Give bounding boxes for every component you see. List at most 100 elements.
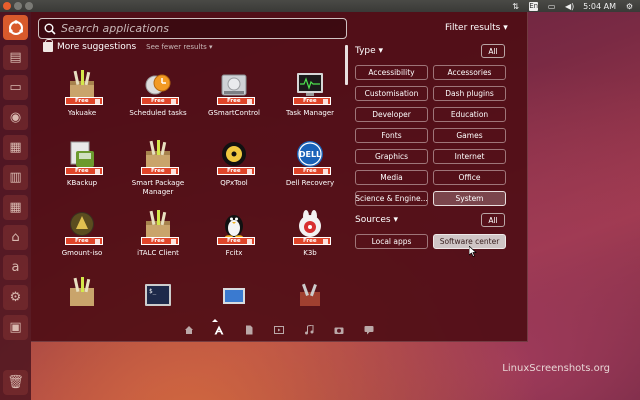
free-badge: Free [141, 167, 179, 175]
filter-chip[interactable]: Games [433, 128, 506, 143]
filter-chip[interactable]: Accessibility [355, 65, 428, 80]
filter-chip[interactable]: Internet [433, 149, 506, 164]
app-result[interactable]: Free KBackup [44, 136, 120, 204]
free-badge: Free [65, 237, 103, 245]
filter-chip[interactable]: Developer [355, 107, 428, 122]
terminal-icon[interactable]: ▭ [3, 75, 28, 100]
document-icon[interactable]: ▥ [3, 165, 28, 190]
app-result[interactable] [44, 276, 120, 306]
app-result[interactable]: Free GSmartControl [196, 66, 272, 134]
app-label: Task Manager [285, 109, 334, 117]
indicator-area: ⇅ En ▭ ◀) 5:04 AM ⚙ [511, 0, 634, 12]
photos-lens-icon[interactable] [324, 319, 354, 341]
filter-chip[interactable]: Dash plugins [433, 86, 506, 101]
app-result[interactable]: Free Yakuake [44, 66, 120, 134]
battery-icon[interactable]: ▭ [547, 2, 556, 11]
free-badge: Free [141, 237, 179, 245]
files-lens-icon[interactable] [234, 319, 264, 341]
filter-chip[interactable]: Media [355, 170, 428, 185]
app-result[interactable]: Free Task Manager [272, 66, 348, 134]
search-box[interactable] [38, 18, 347, 39]
network-icon[interactable]: ⇅ [511, 2, 520, 11]
music-lens-icon[interactable] [294, 319, 324, 341]
app-result[interactable]: Free QPxTool [196, 136, 272, 204]
app-result[interactable]: Free Fcitx [196, 206, 272, 274]
package-icon: Free [63, 66, 103, 105]
filter-chip[interactable]: Office [433, 170, 506, 185]
package-icon: Free [139, 206, 179, 245]
app-result[interactable]: Free Scheduled tasks [120, 66, 196, 134]
clock-icon: Free [139, 66, 179, 105]
app-label: QPxTool [220, 179, 248, 187]
app-label: K3b [303, 249, 317, 257]
maximize-window-button[interactable] [25, 2, 33, 10]
active-lens-indicator [212, 319, 218, 322]
app-result[interactable] [196, 276, 272, 306]
power-icon[interactable]: ⚙ [625, 2, 634, 11]
free-badge: Free [293, 97, 331, 105]
filter-chip-selected[interactable]: System [433, 191, 506, 206]
laptop-icon [215, 276, 253, 306]
penguin-icon: Free [215, 206, 255, 245]
text-editor-icon[interactable]: ▦ [3, 135, 28, 160]
dell-icon: DELL Free [291, 136, 331, 175]
dash-home-icon[interactable] [3, 15, 28, 40]
clock[interactable]: 5:04 AM [583, 2, 616, 11]
sources-filter-header[interactable]: Sources ▾ [355, 215, 398, 225]
volume-icon[interactable]: ◀) [565, 2, 574, 11]
applications-lens-icon[interactable] [204, 319, 234, 341]
app-label: Gmount-iso [61, 249, 103, 257]
sources-all-button[interactable]: All [481, 213, 505, 227]
minimize-window-button[interactable] [14, 2, 22, 10]
app-result[interactable] [272, 276, 348, 306]
category-title: More suggestions [57, 42, 137, 52]
amazon-icon[interactable]: a [3, 255, 28, 280]
close-window-button[interactable] [3, 2, 11, 10]
filter-chip[interactable]: Science & Engine... [355, 191, 428, 206]
app-result[interactable]: Free Gmount-iso [44, 206, 120, 274]
free-badge: Free [217, 97, 255, 105]
software-center-icon[interactable]: ⌂ [3, 225, 28, 250]
mouse-pointer-icon [469, 246, 477, 257]
filter-chip[interactable]: Graphics [355, 149, 428, 164]
free-badge: Free [141, 97, 179, 105]
search-input[interactable] [61, 22, 331, 35]
app-label: iTALC Client [137, 249, 179, 257]
see-fewer-results-link[interactable]: See fewer results ▾ [146, 43, 212, 51]
k3b-icon: Free [291, 206, 331, 245]
filter-chip[interactable]: Customisation [355, 86, 428, 101]
free-badge: Free [65, 167, 103, 175]
filter-chip[interactable]: Education [433, 107, 506, 122]
search-icon [42, 21, 58, 37]
workspaces-icon[interactable]: ▣ [3, 315, 28, 340]
settings-icon[interactable]: ⚙ [3, 285, 28, 310]
chevron-down-icon: ▾ [393, 215, 399, 225]
social-lens-icon[interactable] [354, 319, 384, 341]
app-result[interactable]: $_ [120, 276, 196, 306]
firefox-icon[interactable]: ◉ [3, 105, 28, 130]
files-icon[interactable]: ▤ [3, 45, 28, 70]
package-icon [63, 276, 101, 306]
type-all-button[interactable]: All [481, 44, 505, 58]
monitor-icon: Free [291, 66, 331, 105]
trash-icon[interactable]: 🗑 [3, 370, 28, 395]
watermark: LinuxScreenshots.org [502, 363, 610, 374]
app-label: Scheduled tasks [129, 109, 187, 117]
type-filter-header[interactable]: Type ▾ [355, 46, 383, 56]
home-lens-icon[interactable] [174, 319, 204, 341]
app-label: Dell Recovery [285, 179, 335, 187]
filter-chip[interactable]: Local apps [355, 234, 428, 249]
app-result[interactable]: Free Smart Package Manager [120, 136, 196, 204]
app-result[interactable]: DELL Free Dell Recovery [272, 136, 348, 204]
dash-overlay: Filter results ▾ More suggestions See fe… [31, 12, 528, 342]
video-lens-icon[interactable] [264, 319, 294, 341]
spreadsheet-icon[interactable]: ▦ [3, 195, 28, 220]
svg-text:$_: $_ [149, 288, 157, 295]
app-label: KBackup [66, 179, 98, 187]
filter-results-toggle[interactable]: Filter results ▾ [445, 23, 508, 33]
app-result[interactable]: Free iTALC Client [120, 206, 196, 274]
keyboard-layout-indicator[interactable]: En [529, 1, 539, 11]
filter-chip[interactable]: Fonts [355, 128, 428, 143]
app-result[interactable]: Free K3b [272, 206, 348, 274]
filter-chip[interactable]: Accessories [433, 65, 506, 80]
